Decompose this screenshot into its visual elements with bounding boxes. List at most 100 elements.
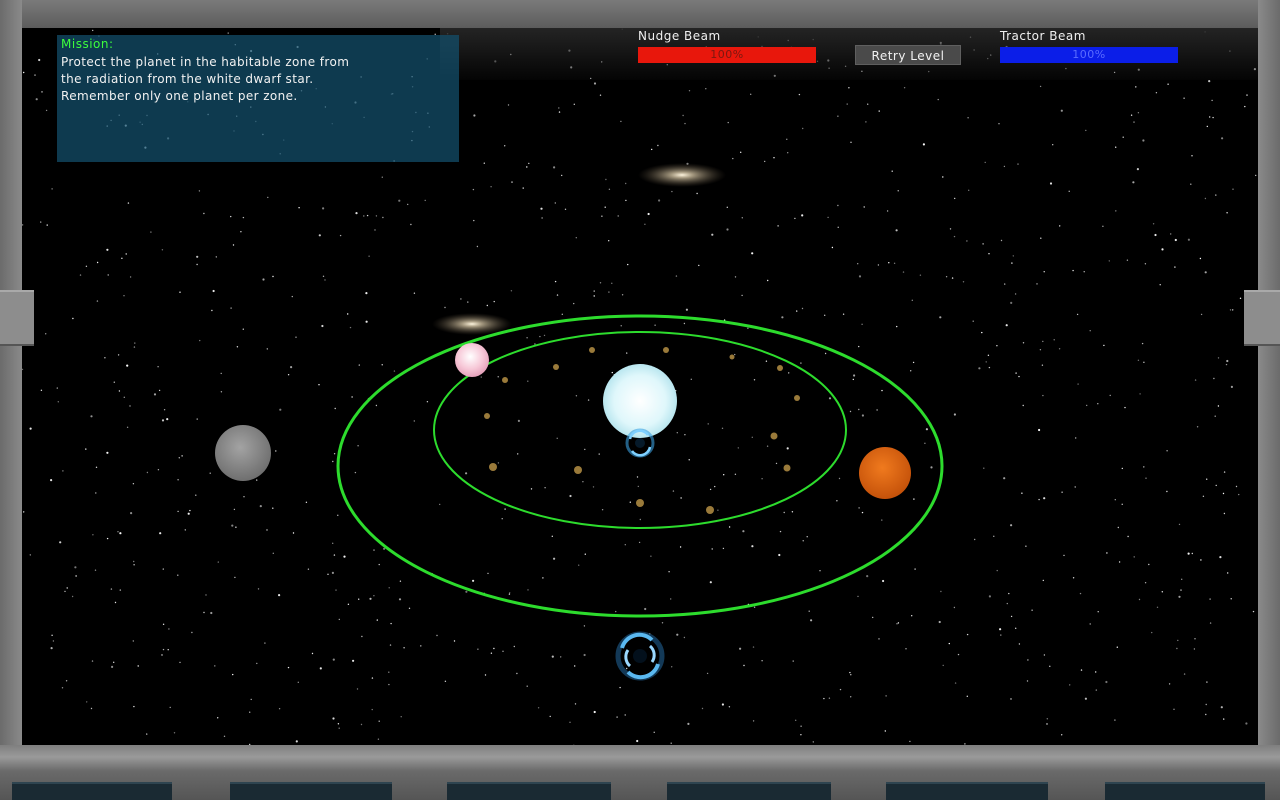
star <box>62 470 64 472</box>
star <box>526 685 528 687</box>
star <box>272 507 274 509</box>
star <box>1209 116 1211 118</box>
star <box>106 537 109 540</box>
habitable-pink-planet[interactable] <box>455 343 489 377</box>
star <box>114 601 117 604</box>
star <box>50 647 53 650</box>
star <box>179 291 181 293</box>
star <box>203 212 205 215</box>
star <box>1095 671 1097 673</box>
star <box>1238 493 1240 496</box>
star <box>40 389 43 391</box>
star <box>752 646 755 648</box>
star <box>896 623 898 625</box>
star <box>599 94 602 96</box>
star <box>988 366 991 369</box>
star <box>41 91 43 93</box>
star <box>1012 255 1014 257</box>
star <box>347 313 349 315</box>
star <box>234 576 236 579</box>
star <box>792 660 794 662</box>
star <box>910 370 912 372</box>
star <box>1173 708 1175 710</box>
star <box>761 478 763 480</box>
star <box>153 393 157 396</box>
star <box>1217 357 1220 359</box>
cold-grey-planet[interactable] <box>215 425 271 481</box>
star <box>381 176 383 178</box>
star <box>162 568 164 570</box>
star <box>413 420 415 422</box>
star <box>878 638 880 640</box>
star <box>382 216 384 219</box>
star <box>902 271 905 273</box>
star <box>593 710 596 714</box>
star <box>267 196 269 199</box>
star <box>611 371 613 374</box>
retry-level-button[interactable]: Retry Level <box>855 45 961 65</box>
tractor-beam-label: Tractor Beam <box>1000 29 1086 43</box>
star <box>561 313 563 315</box>
star <box>732 157 734 160</box>
star <box>133 705 135 708</box>
star <box>583 653 586 657</box>
star <box>223 735 226 737</box>
star <box>599 282 602 284</box>
star <box>72 317 74 320</box>
star <box>332 542 334 544</box>
star <box>1042 340 1044 343</box>
star <box>962 281 965 283</box>
nudge-beam-meter: 100% <box>638 47 816 63</box>
star <box>1202 495 1205 497</box>
star <box>1239 297 1242 299</box>
star <box>476 245 479 248</box>
star <box>1043 497 1046 500</box>
star <box>888 262 890 264</box>
star <box>472 579 475 582</box>
star <box>827 216 829 219</box>
star <box>1089 623 1091 625</box>
star <box>338 618 340 621</box>
star <box>1219 556 1222 559</box>
star <box>203 611 205 614</box>
star <box>569 721 571 723</box>
star <box>378 563 380 566</box>
star <box>728 706 731 708</box>
star <box>373 595 375 597</box>
star <box>836 500 838 502</box>
star <box>95 492 97 494</box>
star <box>711 233 714 236</box>
star <box>766 445 769 447</box>
star <box>205 594 207 596</box>
star <box>560 656 562 658</box>
star <box>1209 598 1211 600</box>
star <box>517 453 519 455</box>
star <box>1022 342 1025 344</box>
star <box>436 634 438 637</box>
star <box>1191 155 1193 157</box>
star <box>381 364 383 366</box>
star <box>1174 266 1176 268</box>
star <box>1022 404 1024 407</box>
star <box>349 326 352 329</box>
star <box>1122 136 1124 138</box>
star <box>1130 114 1133 116</box>
star <box>765 360 768 362</box>
star <box>1117 526 1120 529</box>
star <box>295 740 298 743</box>
star <box>161 654 163 656</box>
star <box>1010 615 1013 618</box>
star <box>178 457 180 459</box>
star <box>670 598 672 600</box>
console-panel <box>230 782 392 800</box>
star <box>939 316 942 319</box>
star <box>1027 659 1029 661</box>
star <box>1038 428 1041 432</box>
hot-orange-planet[interactable] <box>859 447 911 499</box>
star <box>1252 610 1255 613</box>
star <box>685 308 689 311</box>
console-panel <box>1105 782 1265 800</box>
star <box>740 151 742 153</box>
star <box>21 368 24 371</box>
star <box>279 408 282 411</box>
